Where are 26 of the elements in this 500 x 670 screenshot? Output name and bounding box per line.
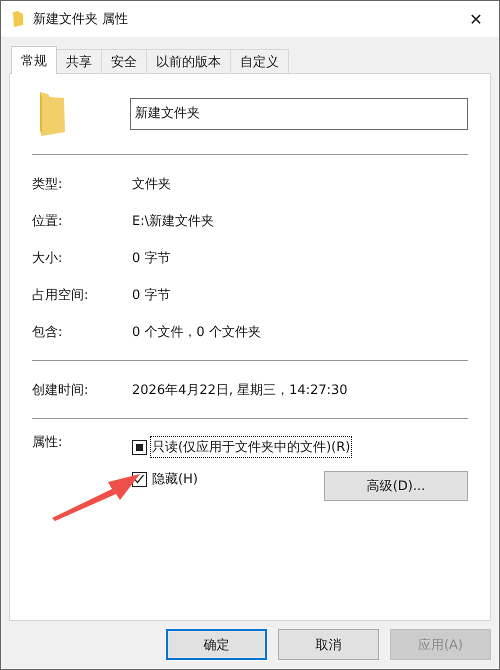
field-label: 占用空间: (32, 286, 90, 304)
folder-icon (38, 92, 66, 136)
close-button[interactable]: ✕ (453, 1, 499, 37)
checkbox-label[interactable]: 只读(仅应用于文件夹中的文件)(R) (150, 436, 352, 458)
field-value: 文件夹 (132, 176, 171, 192)
field-label: 大小: (32, 250, 64, 266)
window-title: 新建文件夹 属性 (33, 11, 130, 28)
field-value: 2026年4月22日, 星期三，14:27:30 (132, 382, 348, 398)
field-label: 属性: (32, 434, 64, 452)
advanced-button[interactable]: 高级(D)... (324, 471, 468, 501)
folder-icon (13, 11, 23, 27)
tab[interactable]: 常规 (11, 46, 57, 74)
checkbox-label[interactable]: 隐藏(H) (150, 468, 200, 490)
field-label: 创建时间: (32, 382, 90, 398)
dialog-button[interactable]: 取消 (278, 629, 379, 660)
field-value: 0 字节 (132, 286, 170, 304)
field-label: 包含: (32, 324, 64, 340)
dialog-button[interactable]: 确定 (166, 629, 267, 660)
tab[interactable]: 自定义 (230, 49, 289, 73)
field-label: 位置: (32, 212, 64, 230)
field-value: 0 个文件，0 个文件夹 (132, 324, 261, 340)
field-label: 类型: (32, 176, 64, 192)
field-value: E:\新建文件夹 (132, 212, 214, 230)
field-value: 0 字节 (132, 250, 170, 266)
checkbox[interactable] (132, 440, 147, 454)
name-field[interactable]: 新建文件夹 (130, 98, 468, 130)
